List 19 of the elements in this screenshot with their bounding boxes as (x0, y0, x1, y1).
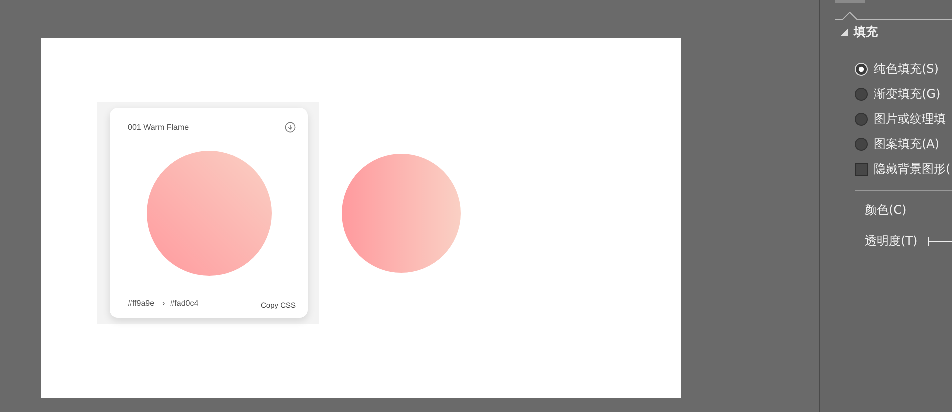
color-code: #ff9a9e (128, 299, 155, 308)
transparency-label: 透明度(T) (865, 233, 918, 250)
notch-line-icon (835, 12, 952, 20)
card-title: 001 Warm Flame (128, 122, 190, 132)
color-code: #fad0c4 (170, 299, 199, 308)
section-title: 填充 (854, 24, 878, 41)
arrow-text: › (162, 299, 166, 308)
radio-button[interactable] (855, 113, 868, 126)
option-label: 隐藏背景图形( (874, 161, 951, 178)
option-label: 图案填充(A) (874, 136, 940, 153)
option-label: 纯色填充(S) (874, 61, 939, 78)
expand-triangle-icon[interactable] (841, 29, 848, 36)
color-label: 颜色(C) (865, 202, 907, 219)
download-icon[interactable] (285, 122, 296, 132)
option-label: 图片或纹理填 (874, 111, 946, 128)
option-label: 渐变填充(G) (874, 86, 941, 103)
radio-button[interactable] (855, 88, 868, 101)
checkbox[interactable] (855, 163, 868, 176)
radio-button[interactable] (855, 138, 868, 151)
